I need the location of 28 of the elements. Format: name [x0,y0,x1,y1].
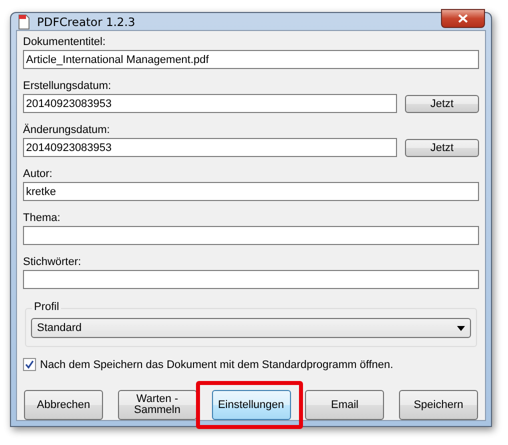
close-icon [458,14,468,23]
document-icon [17,14,31,30]
close-button[interactable] [441,9,485,28]
group-label: Profil [32,301,62,313]
dialog-button[interactable]: Warten - Sammeln [118,390,197,420]
dialog-button[interactable]: Speichern [399,390,478,420]
profile-dropdown[interactable]: Standard [31,318,471,338]
window-title: PDFCreator 1.2.3 [37,14,136,28]
checkbox[interactable] [23,358,36,371]
dialog-button[interactable]: Email [305,390,384,420]
field-label: Stichwörter: [23,255,82,270]
input-field[interactable]: 20140923083953 [23,138,397,157]
field-label: Dokumententitel: [23,35,107,50]
input-field[interactable] [23,270,479,289]
now-button[interactable]: Jetzt [405,138,479,156]
field-label: Änderungsdatum: [23,123,111,138]
input-field[interactable]: Article_International Management.pdf [23,50,479,69]
now-button[interactable]: Jetzt [405,94,479,112]
field-label: Thema: [23,211,62,226]
input-field[interactable]: kretke [23,182,479,201]
dialog-button[interactable]: Einstellungen [212,390,290,420]
dialog-button[interactable]: Abbrechen [24,390,103,420]
checkbox-label: Nach dem Speichern das Dokument mit dem Standardprogramm öffnen. [40,358,394,370]
field-label: Erstellungsdatum: [23,79,112,94]
field-label: Autor: [23,167,54,182]
dropdown-arrow-icon [457,326,465,330]
input-field[interactable] [23,226,479,245]
input-field[interactable]: 20140923083953 [23,94,397,113]
